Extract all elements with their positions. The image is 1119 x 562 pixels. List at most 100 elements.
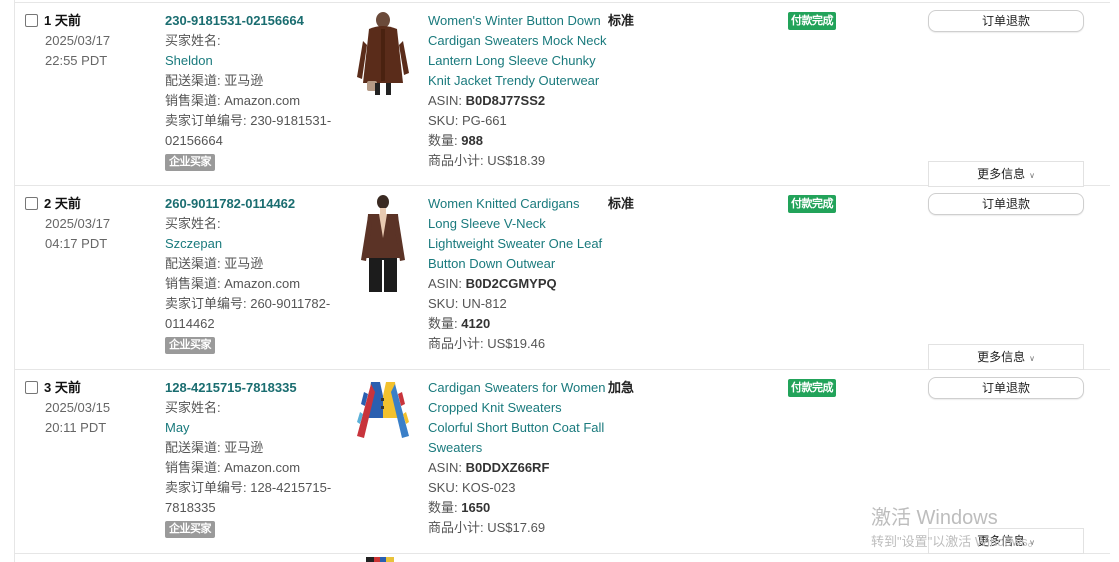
order-id-link[interactable]: 128-4215715-7818335 <box>165 378 340 398</box>
row-checkbox[interactable] <box>25 14 38 27</box>
product-title-line: Colorful Short Button Coat Fall <box>428 420 605 435</box>
more-info-label: 更多信息 <box>977 350 1026 364</box>
asin-line: ASIN: B0DDXZ66RF <box>428 458 613 478</box>
order-date: 2025/03/17 <box>45 216 111 231</box>
order-id-link[interactable]: 260-9011782-0114462 <box>165 194 340 214</box>
days-ago: 2 天前 <box>44 196 81 211</box>
orders-list: 1 天前 2025/03/17 22:55 PDT 230-9181531-02… <box>14 0 1119 562</box>
shipping-service: 标准 <box>608 196 635 211</box>
product-image[interactable] <box>353 378 413 448</box>
buyer-label: 买家姓名: <box>165 400 221 415</box>
qty-label: 数量: <box>428 133 458 148</box>
more-info-button[interactable]: 更多信息 ∨ <box>928 344 1084 370</box>
product-title-line: Lightweight Sweater One Leaf <box>428 236 603 251</box>
product-title-link[interactable]: Women's Winter Button Down Cardigan Swea… <box>428 11 613 91</box>
asin-value: B0D8J77SS2 <box>465 93 546 108</box>
buyer-label: 买家姓名: <box>165 33 221 48</box>
fulfillment-channel: 配送渠道: 亚马逊 <box>165 73 264 88</box>
order-details-cell: 260-9011782-0114462 买家姓名: Szczepan 配送渠道:… <box>165 194 340 354</box>
product-title-line: Button Down Outwear <box>428 256 556 271</box>
subtotal-line: 商品小计: US$17.69 <box>428 520 546 535</box>
refund-order-button[interactable]: 订单退款 <box>928 377 1084 399</box>
product-title-line: Knit Jacket Trendy Outerwear <box>428 73 600 88</box>
product-title-line: Cropped Knit Sweaters <box>428 400 562 415</box>
refund-order-button[interactable]: 订单退款 <box>928 193 1084 215</box>
row-checkbox[interactable] <box>25 197 38 210</box>
product-title-link[interactable]: Women Knitted Cardigans Long Sleeve V-Ne… <box>428 194 613 274</box>
chevron-down-icon: ∨ <box>1029 538 1035 547</box>
product-image[interactable] <box>353 11 413 95</box>
order-date-cell: 2 天前 2025/03/17 04:17 PDT <box>25 194 155 254</box>
sales-channel: 销售渠道: Amazon.com <box>165 276 301 291</box>
more-info-button[interactable]: 更多信息 ∨ <box>928 161 1084 187</box>
asin-label: ASIN: <box>428 276 462 291</box>
qty-value: 988 <box>461 133 483 148</box>
product-title-line: Cardigan Sweaters Mock Neck <box>428 33 607 48</box>
buyer-name-link[interactable]: May <box>165 418 340 438</box>
shipping-service: 加急 <box>608 380 635 395</box>
seller-order-id: 卖家订单编号: 260-9011782- <box>165 296 331 311</box>
fulfillment-channel: 配送渠道: 亚马逊 <box>165 256 264 271</box>
sales-channel: 销售渠道: Amazon.com <box>165 93 301 108</box>
order-row: 1 天前 2025/03/17 22:55 PDT 230-9181531-02… <box>15 2 1110 187</box>
order-status-badge: 付款完成 <box>788 12 836 30</box>
subtotal-line: 商品小计: US$18.39 <box>428 153 546 168</box>
shipping-service: 标准 <box>608 13 635 28</box>
product-cell: Women Knitted Cardigans Long Sleeve V-Ne… <box>428 194 613 354</box>
buyer-name-link[interactable]: Sheldon <box>165 51 340 71</box>
order-time: 04:17 PDT <box>45 236 108 251</box>
buyer-name-link[interactable]: Szczepan <box>165 234 340 254</box>
sku-line: SKU: UN-812 <box>428 296 507 311</box>
qty-label: 数量: <box>428 316 458 331</box>
seller-order-id: 卖家订单编号: 128-4215715- <box>165 480 332 495</box>
order-time: 22:55 PDT <box>45 53 108 68</box>
seller-order-id-cont: 02156664 <box>165 133 223 148</box>
product-title-line: Women's Winter Button Down <box>428 13 601 28</box>
order-status-badge: 付款完成 <box>788 379 836 397</box>
more-info-label: 更多信息 <box>977 167 1026 181</box>
seller-order-id-cont: 0114462 <box>165 316 215 331</box>
product-cell: Cardigan Sweaters for Women Cropped Knit… <box>428 378 613 538</box>
order-details-cell: 128-4215715-7818335 买家姓名: May 配送渠道: 亚马逊 … <box>165 378 340 538</box>
days-ago: 3 天前 <box>44 380 81 395</box>
sales-channel: 销售渠道: Amazon.com <box>165 460 301 475</box>
product-title-line: Women Knitted Cardigans <box>428 196 580 211</box>
business-buyer-badge: 企业买家 <box>165 337 215 354</box>
order-details-cell: 230-9181531-02156664 买家姓名: Sheldon 配送渠道:… <box>165 11 340 171</box>
chevron-down-icon: ∨ <box>1029 171 1035 180</box>
order-date-cell: 1 天前 2025/03/17 22:55 PDT <box>25 11 155 71</box>
qty-value: 1650 <box>461 500 491 515</box>
asin-label: ASIN: <box>428 93 462 108</box>
more-info-button[interactable]: 更多信息 ∨ <box>928 528 1084 554</box>
order-date: 2025/03/17 <box>45 33 111 48</box>
row-checkbox[interactable] <box>25 381 38 394</box>
sku-line: SKU: KOS-023 <box>428 480 516 495</box>
asin-value: B0D2CGMYPQ <box>465 276 557 291</box>
product-title-link[interactable]: Cardigan Sweaters for Women Cropped Knit… <box>428 378 613 458</box>
asin-value: B0DDXZ66RF <box>465 460 550 475</box>
days-ago: 1 天前 <box>44 13 81 28</box>
asin-line: ASIN: B0D8J77SS2 <box>428 91 613 111</box>
quantity-line: 数量: 1650 <box>428 498 613 518</box>
asin-label: ASIN: <box>428 460 462 475</box>
quantity-line: 数量: 988 <box>428 131 613 151</box>
product-cell: Women's Winter Button Down Cardigan Swea… <box>428 11 613 171</box>
order-status-badge: 付款完成 <box>788 195 836 213</box>
asin-line: ASIN: B0D2CGMYPQ <box>428 274 613 294</box>
business-buyer-badge: 企业买家 <box>165 521 215 538</box>
qty-value: 4120 <box>461 316 491 331</box>
more-info-label: 更多信息 <box>977 534 1026 548</box>
sku-line: SKU: PG-661 <box>428 113 507 128</box>
fulfillment-channel: 配送渠道: 亚马逊 <box>165 440 264 455</box>
product-title-line: Sweaters <box>428 440 483 455</box>
qty-label: 数量: <box>428 500 458 515</box>
order-row: 3 天前 2025/03/15 20:11 PDT 128-4215715-78… <box>15 370 1110 554</box>
refund-order-button[interactable]: 订单退款 <box>928 10 1084 32</box>
chevron-down-icon: ∨ <box>1029 354 1035 363</box>
order-date: 2025/03/15 <box>45 400 111 415</box>
business-buyer-badge: 企业买家 <box>165 154 215 171</box>
product-title-line: Lantern Long Sleeve Chunky <box>428 53 596 68</box>
order-id-link[interactable]: 230-9181531-02156664 <box>165 11 340 31</box>
product-image[interactable] <box>353 194 413 294</box>
buyer-label: 买家姓名: <box>165 216 221 231</box>
